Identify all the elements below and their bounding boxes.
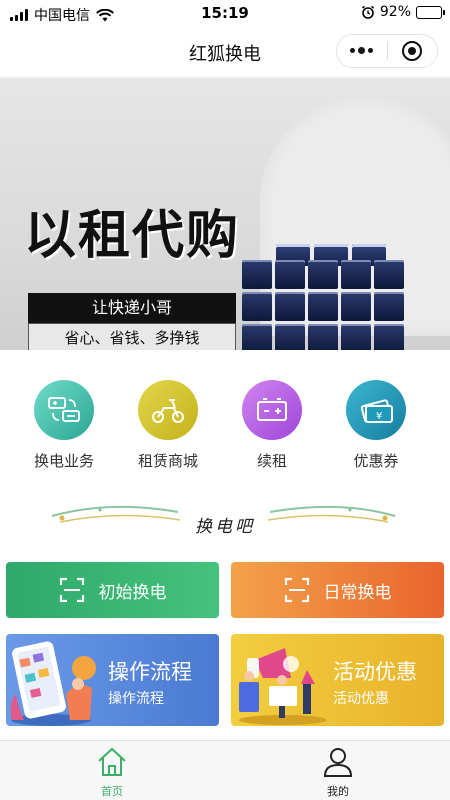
daily-swap-label: 日常换电: [323, 582, 392, 603]
quick-item-renew[interactable]: 续租: [222, 380, 322, 471]
battery-icon: [242, 380, 302, 440]
process-card-subtitle: 操作流程: [108, 691, 164, 707]
scan-icon: [59, 577, 84, 603]
alarm-icon: [361, 5, 374, 19]
process-card-title: 操作流程: [108, 660, 192, 684]
status-bar: 中国电信 15:19 92% ⚡: [0, 0, 450, 28]
svg-text:¥: ¥: [376, 411, 382, 422]
quick-item-label: 优惠券: [353, 452, 399, 470]
target-icon: [402, 41, 423, 61]
megaphone-illustration: [239, 648, 327, 725]
tab-mine[interactable]: 我的: [288, 747, 388, 799]
action-cards: 初始换电 日常换电 操作流程 操作流程 活动优惠 活动优惠: [0, 558, 450, 740]
initial-swap-label: 初始换电: [98, 582, 167, 603]
quick-menu: 换电业务 租赁商城 续租 ¥ 优惠券: [0, 350, 450, 480]
quick-item-coupon[interactable]: ¥ 优惠券: [326, 380, 426, 471]
more-menu-icon[interactable]: [337, 47, 387, 54]
tab-home[interactable]: 首页: [62, 747, 162, 799]
section-title: 换电吧: [195, 517, 255, 537]
initial-swap-button[interactable]: 初始换电: [6, 562, 219, 618]
banner-carousel[interactable]: 以租代购 让快递小哥 省心、省钱、多挣钱: [0, 78, 450, 350]
nav-bar: 红狐换电: [0, 28, 450, 76]
battery-swap-icon: [34, 380, 94, 440]
scooter-icon: [138, 380, 198, 440]
battery-icon: ⚡: [416, 5, 445, 19]
process-card[interactable]: 操作流程 操作流程: [6, 634, 219, 726]
phone-illustration: [10, 641, 96, 726]
battery-percent: 92%: [379, 4, 411, 20]
section-divider: 换电吧: [0, 480, 450, 558]
quick-item-battery-swap[interactable]: 换电业务: [14, 380, 114, 471]
user-icon: [323, 748, 353, 777]
activity-card[interactable]: 活动优惠 活动优惠: [231, 634, 444, 726]
tab-bar: 首页 我的: [0, 740, 450, 800]
quick-item-label: 续租: [256, 452, 287, 470]
app-screen: 中国电信 15:19 92% ⚡ 红狐换电 以租代购 让快递小哥 省心、省钱、多…: [0, 0, 450, 800]
battery-stack-image: [242, 260, 404, 350]
close-mini-program-button[interactable]: [387, 41, 437, 61]
quick-item-label: 换电业务: [33, 452, 94, 470]
quick-item-label: 租赁商城: [137, 452, 198, 470]
banner-label-dark: 让快递小哥: [28, 293, 236, 323]
banner-headline: 以租代购: [24, 206, 241, 266]
mini-program-capsule: [336, 34, 438, 68]
tab-mine-label: 我的: [327, 785, 349, 798]
quick-item-rental-mall[interactable]: 租赁商城: [118, 380, 218, 471]
activity-card-title: 活动优惠: [333, 660, 417, 684]
activity-card-subtitle: 活动优惠: [333, 691, 389, 707]
status-bar-right: 92% ⚡: [361, 4, 445, 20]
scan-icon: [284, 577, 309, 603]
banner-label-light: 省心、省钱、多挣钱: [28, 323, 236, 350]
home-icon: [98, 747, 126, 776]
tab-home-label: 首页: [101, 785, 123, 798]
coupon-icon: ¥: [346, 380, 406, 440]
daily-swap-button[interactable]: 日常换电: [231, 562, 444, 618]
